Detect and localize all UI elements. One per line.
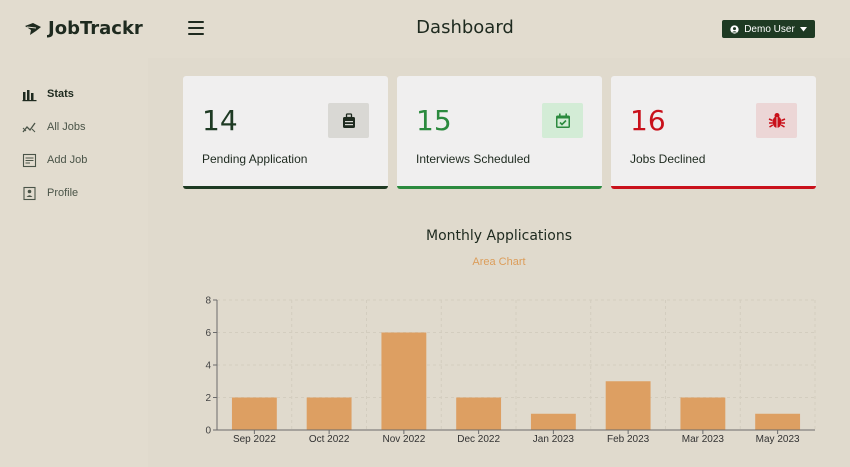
form-icon bbox=[22, 153, 37, 167]
page-title: Dashboard bbox=[416, 17, 514, 38]
bar-chart-icon bbox=[22, 89, 37, 101]
id-card-icon bbox=[23, 186, 36, 200]
stat-count: 15 bbox=[416, 104, 452, 137]
calendar-check-icon bbox=[555, 113, 570, 128]
sidebar-item-label: Add Job bbox=[47, 154, 88, 166]
leaf-logo-icon bbox=[25, 22, 41, 35]
user-name: Demo User bbox=[744, 23, 795, 35]
stat-card-interviews: 15 Interviews Scheduled bbox=[397, 76, 602, 189]
stat-icon-box bbox=[328, 103, 369, 138]
trend-chart-icon bbox=[22, 122, 36, 132]
sidebar-item-all-jobs[interactable]: All Jobs bbox=[22, 117, 87, 137]
stat-card-declined: 16 Jobs Declined bbox=[611, 76, 816, 189]
chart-type-toggle-button[interactable]: Area Chart bbox=[472, 256, 525, 268]
bug-icon bbox=[768, 113, 785, 128]
stat-count: 16 bbox=[630, 104, 666, 137]
sidebar-nav: Stats All Jobs Add Job Profile bbox=[22, 84, 87, 216]
top-bar: Dashboard Demo User bbox=[148, 0, 850, 58]
sidebar-item-label: Stats bbox=[47, 88, 74, 100]
sidebar-item-stats[interactable]: Stats bbox=[22, 84, 87, 104]
chart-title: Monthly Applications bbox=[425, 228, 573, 244]
caret-down-icon bbox=[799, 26, 807, 31]
stat-accent-bar bbox=[397, 186, 602, 189]
app-name: JobTrackr bbox=[48, 18, 143, 39]
chart-toggle: Area Chart bbox=[148, 256, 850, 268]
app-logo[interactable]: JobTrackr bbox=[24, 18, 143, 39]
stat-count: 14 bbox=[202, 104, 238, 137]
sidebar-item-add-job[interactable]: Add Job bbox=[22, 150, 87, 170]
stat-label: Pending Application bbox=[202, 152, 308, 166]
stat-icon-box bbox=[756, 103, 797, 138]
stat-label: Jobs Declined bbox=[630, 152, 706, 166]
sidebar-item-label: All Jobs bbox=[47, 121, 86, 133]
sidebar-item-label: Profile bbox=[47, 187, 79, 199]
briefcase-icon bbox=[342, 112, 355, 128]
user-menu-button[interactable]: Demo User bbox=[722, 20, 815, 38]
sidebar-item-profile[interactable]: Profile bbox=[22, 183, 87, 203]
sidebar: JobTrackr Stats All Jobs Add Job Profile bbox=[0, 0, 148, 467]
stat-card-pending: 14 Pending Application bbox=[183, 76, 388, 189]
stat-icon-box bbox=[542, 103, 583, 138]
main-content: 14 Pending Application 15 Interviews Sch… bbox=[148, 58, 850, 467]
stat-accent-bar bbox=[183, 186, 388, 189]
stat-accent-bar bbox=[611, 186, 816, 189]
stat-label: Interviews Scheduled bbox=[416, 152, 531, 166]
user-circle-icon bbox=[730, 24, 739, 34]
